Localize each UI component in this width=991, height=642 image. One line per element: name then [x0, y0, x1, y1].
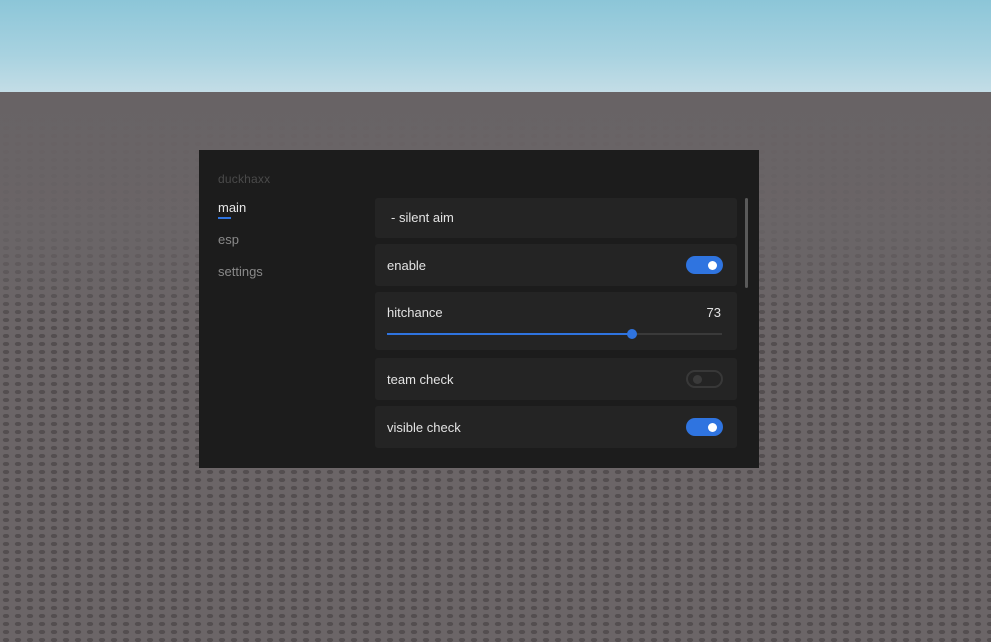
hitchance-value: 73 — [706, 305, 721, 320]
visible-check-label: visible check — [387, 420, 461, 435]
tab-esp[interactable]: esp — [218, 232, 239, 247]
enable-label: enable — [387, 258, 427, 273]
toggle-knob — [708, 260, 717, 270]
brand-title: duckhaxx — [218, 172, 271, 186]
slider-fill — [387, 333, 632, 335]
option-row-hitchance: hitchance 73 — [375, 292, 737, 350]
hitchance-slider[interactable] — [387, 329, 722, 339]
hitchance-label: hitchance — [387, 305, 443, 320]
team-check-label: team check — [387, 372, 454, 387]
option-row-enable: enable — [375, 244, 737, 286]
section-header: - silent aim — [375, 198, 737, 238]
options-scrollbar[interactable] — [745, 198, 748, 288]
active-tab-indicator — [218, 217, 231, 219]
toggle-knob — [693, 374, 702, 384]
sky-background — [0, 0, 991, 92]
section-title: - silent aim — [391, 210, 454, 225]
option-row-team-check: team check — [375, 358, 737, 400]
slider-thumb[interactable] — [626, 329, 637, 339]
team-check-toggle[interactable] — [686, 370, 723, 388]
options-panel: - silent aim enable hitchance 73 team ch… — [375, 198, 737, 448]
option-row-visible-check: visible check — [375, 406, 737, 448]
tab-settings[interactable]: settings — [218, 264, 263, 279]
enable-toggle[interactable] — [686, 256, 723, 274]
tab-main[interactable]: main — [218, 200, 246, 215]
menu-window: duckhaxx main esp settings - silent aim … — [199, 150, 759, 468]
toggle-knob — [708, 422, 717, 432]
visible-check-toggle[interactable] — [686, 418, 723, 436]
